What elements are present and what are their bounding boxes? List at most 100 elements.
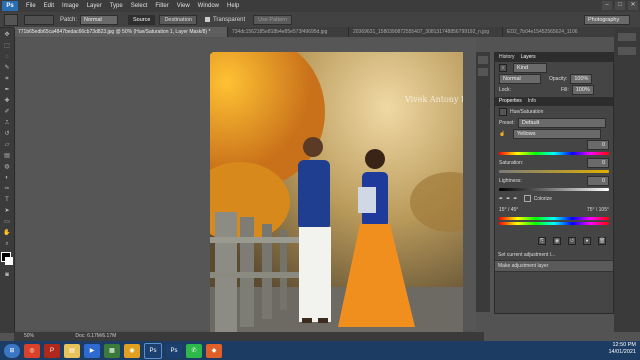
workspace-select[interactable]: Photography (584, 14, 630, 25)
taskbar-explorer-icon[interactable]: ▤ (64, 343, 80, 358)
layers-tab[interactable]: Layers (521, 53, 536, 62)
patch-mode-select[interactable]: Normal (80, 14, 119, 25)
source-button[interactable]: Source (128, 14, 156, 25)
hue-input[interactable]: 0 (587, 139, 609, 150)
gradient-tool-icon[interactable]: ▤ (2, 152, 12, 160)
lasso-tool-icon[interactable]: ◌ (2, 53, 12, 61)
menu-type[interactable]: Type (110, 3, 123, 9)
brush-tool-icon[interactable]: ✐ (2, 108, 12, 116)
document-photo[interactable]: Vivek Antony Photography (210, 52, 463, 332)
history-item[interactable]: Make adjustment layer (495, 261, 613, 272)
taskbar-chrome-icon[interactable]: ◎ (24, 343, 40, 358)
menu-help[interactable]: Help (227, 3, 239, 9)
menu-image[interactable]: Image (62, 3, 79, 9)
marquee-tool-icon[interactable]: ⬚ (2, 42, 12, 50)
clock-time: 12:50 PM (612, 342, 636, 348)
filter-kind-icon[interactable]: ⌕ (499, 63, 507, 72)
saturation-input[interactable]: 0 (587, 157, 609, 168)
info-tab[interactable]: Info (528, 97, 536, 106)
menu-file[interactable]: File (26, 3, 36, 9)
blur-tool-icon[interactable]: ◍ (2, 163, 12, 171)
transparent-checkbox[interactable] (204, 17, 210, 22)
color-range-bar-bottom[interactable] (499, 222, 609, 225)
layers-filter-row: ⌕ Kind (495, 62, 613, 73)
visibility-icon[interactable]: ● (583, 236, 591, 245)
use-pattern-button[interactable]: Use Pattern (253, 14, 293, 25)
close-icon[interactable]: ✕ (628, 1, 638, 10)
shape-tool-icon[interactable]: ▭ (2, 218, 12, 226)
hand-tool-icon[interactable]: ✋ (2, 229, 12, 237)
kind-select[interactable]: Kind (513, 62, 547, 73)
hand-targeted-adjustment-icon[interactable]: ☝ (499, 131, 507, 137)
panel-menu-icon[interactable] (618, 47, 636, 55)
reset-icon[interactable]: ↺ (568, 236, 576, 245)
taskbar-app2-icon[interactable]: ◆ (206, 343, 222, 358)
eyedropper-icon[interactable]: ✒ (499, 196, 503, 202)
taskbar-photoshop2-icon[interactable]: Ps (166, 343, 182, 358)
tab-document-4[interactable]: ED2_7b04e15452565624_1106 (503, 27, 622, 37)
dodge-tool-icon[interactable]: ◐ (2, 174, 12, 182)
minimize-icon[interactable]: – (602, 1, 612, 10)
taskbar-photoshop-icon[interactable]: Ps (144, 342, 162, 359)
quick-select-tool-icon[interactable]: ✎ (2, 64, 12, 72)
preset-select[interactable]: Default (517, 117, 606, 128)
pen-tool-icon[interactable]: ✑ (2, 185, 12, 193)
delete-icon[interactable]: 🗑 (598, 236, 606, 245)
taskbar-chrome2-icon[interactable]: ◉ (124, 343, 140, 358)
taskbar-store-icon[interactable]: ▦ (104, 343, 120, 358)
taskbar-media-icon[interactable]: ▶ (84, 343, 100, 358)
blend-mode-select[interactable]: Normal (499, 73, 541, 84)
eyedropper-minus-icon[interactable]: ✒ (513, 196, 517, 202)
destination-button[interactable]: Destination (159, 14, 197, 25)
taskbar-whatsapp-icon[interactable]: ✆ (186, 343, 202, 358)
menu-filter[interactable]: Filter (155, 3, 168, 9)
menu-edit[interactable]: Edit (44, 3, 54, 9)
tab-document-3[interactable]: 20369631_1580390872555407_30813174885679… (349, 27, 503, 37)
clone-stamp-tool-icon[interactable]: ⎍ (2, 119, 12, 127)
eyedropper-plus-icon[interactable]: ✒ (506, 196, 510, 202)
channel-select[interactable]: Yellows (513, 128, 601, 139)
eraser-tool-icon[interactable]: ▱ (2, 141, 12, 149)
healing-tool-icon[interactable]: ✚ (2, 97, 12, 105)
type-tool-icon[interactable]: T (2, 196, 12, 204)
move-tool-icon[interactable]: ✥ (2, 31, 12, 39)
maximize-icon[interactable]: □ (615, 1, 625, 10)
zoom-level[interactable]: 50% (24, 333, 34, 339)
menu-view[interactable]: View (177, 3, 190, 9)
crop-tool-icon[interactable]: ⌗ (2, 75, 12, 83)
fill-input[interactable]: 100% (571, 84, 594, 95)
history-brush-tool-icon[interactable]: ↺ (2, 130, 12, 138)
history-tab[interactable]: History (499, 53, 515, 62)
tab-document-1[interactable]: 771b65edb65ca4847bedac66cb73d823.jpg @ 5… (14, 27, 228, 37)
lightness-input[interactable]: 0 (587, 175, 609, 186)
menu-window[interactable]: Window (198, 3, 219, 9)
patch-tool-icon[interactable] (4, 13, 18, 26)
preset-row: Preset: Default (495, 117, 613, 128)
background-color-swatch[interactable] (5, 257, 13, 265)
panel-menu-icon[interactable] (618, 33, 636, 41)
selection-mode-icons[interactable] (24, 14, 54, 25)
colorize-checkbox[interactable] (523, 195, 531, 202)
path-select-tool-icon[interactable]: ➤ (2, 207, 12, 215)
history-panel-icon[interactable] (478, 56, 488, 64)
hue-slider[interactable] (499, 152, 609, 155)
menu-select[interactable]: Select (131, 3, 148, 9)
opacity-input[interactable]: 100% (570, 73, 593, 84)
taskbar-app-icon[interactable]: P (44, 343, 60, 358)
lightness-slider[interactable] (499, 188, 609, 191)
saturation-slider[interactable] (499, 170, 609, 173)
taskbar-clock[interactable]: 12:50 PM 14/01/2021 (608, 342, 636, 356)
zoom-tool-icon[interactable]: ⌕ (2, 240, 12, 248)
windows-taskbar: ⊞ ◎ P ▤ ▶ ▦ ◉ Ps Ps ✆ ◆ (0, 341, 640, 360)
start-button[interactable]: ⊞ (4, 343, 20, 358)
history-item[interactable]: Set current adjustment l... (495, 250, 613, 261)
clip-to-layer-icon[interactable]: ⎘ (538, 236, 546, 245)
tab-document-2[interactable]: 734dc1562185e818b4e85e573f49695d.jpg (228, 27, 349, 37)
panel-collapse-icon[interactable] (478, 68, 488, 76)
menu-layer[interactable]: Layer (87, 3, 102, 9)
quick-mask-icon[interactable]: ◙ (2, 271, 12, 279)
view-previous-icon[interactable]: ◉ (553, 236, 561, 245)
saturation-label: Saturation: (499, 159, 524, 166)
properties-tab[interactable]: Properties (499, 97, 522, 106)
eyedropper-tool-icon[interactable]: ✒ (2, 86, 12, 94)
